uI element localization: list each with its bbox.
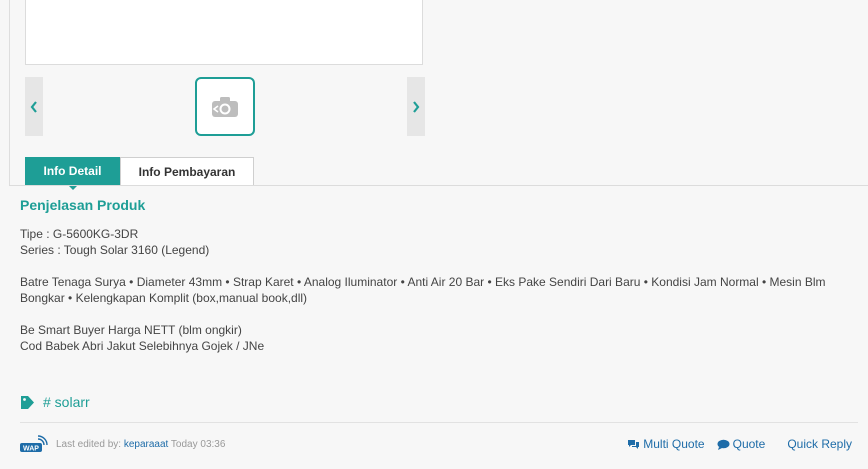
quote-label: Quote [732,437,766,451]
footer-divider [20,422,858,423]
camera-icon [212,96,238,117]
post-actions: Multi Quote Quote Quick Reply [615,437,858,451]
gallery-next-button[interactable] [407,77,425,136]
section-title: Penjelasan Produk [20,197,146,213]
post-footer: WAP Last edited by: keparaaat Today 03:3… [20,433,858,455]
product-main-image [25,0,423,65]
last-edited-info: Last edited by: keparaaat Today 03:36 [56,439,225,450]
multi-quote-label: Multi Quote [643,437,705,451]
edited-time: Today 03:36 [170,438,226,450]
tag-icon [21,395,34,409]
chevron-right-icon [413,100,420,113]
left-divider [9,0,10,186]
svg-text:WAP: WAP [23,446,39,453]
description-line: Batre Tenaga Surya • Diameter 43mm • Str… [20,275,826,305]
wap-badge-icon: WAP [20,435,48,453]
description-body: Tipe : G-5600KG-3DR Series : Tough Solar… [20,226,860,354]
thumbnail-strip [25,77,425,136]
product-description: Penjelasan Produk Tipe : G-5600KG-3DR Se… [20,196,860,354]
chevron-left-icon [30,100,37,113]
quick-reply-button[interactable]: Quick Reply [787,437,852,451]
edited-label: Last edited by: [56,438,122,450]
description-line: Be Smart Buyer Harga NETT (blm ongkir) [20,323,242,337]
edited-user-link[interactable]: keparaaat [124,439,168,450]
description-line: Tipe : G-5600KG-3DR [20,227,139,241]
multi-quote-button[interactable]: Multi Quote [627,437,705,451]
tag-link-solarr[interactable]: # solarr [43,394,90,410]
quote-icon [717,439,730,450]
gallery-prev-button[interactable] [25,77,43,136]
info-tabs: Info Detail Info Pembayaran [25,157,254,190]
tab-info-detail[interactable]: Info Detail [25,157,120,190]
tab-info-pembayaran[interactable]: Info Pembayaran [120,157,254,185]
description-line: Cod Babek Abri Jakut Selebihnya Gojek / … [20,339,265,353]
tab-content-border [9,185,868,186]
product-thumbnail[interactable] [195,77,255,136]
description-line: Series : Tough Solar 3160 (Legend) [20,243,210,257]
tag-row: # solarr [20,394,90,410]
quote-button[interactable]: Quote [717,437,766,451]
multi-quote-icon [628,439,640,449]
